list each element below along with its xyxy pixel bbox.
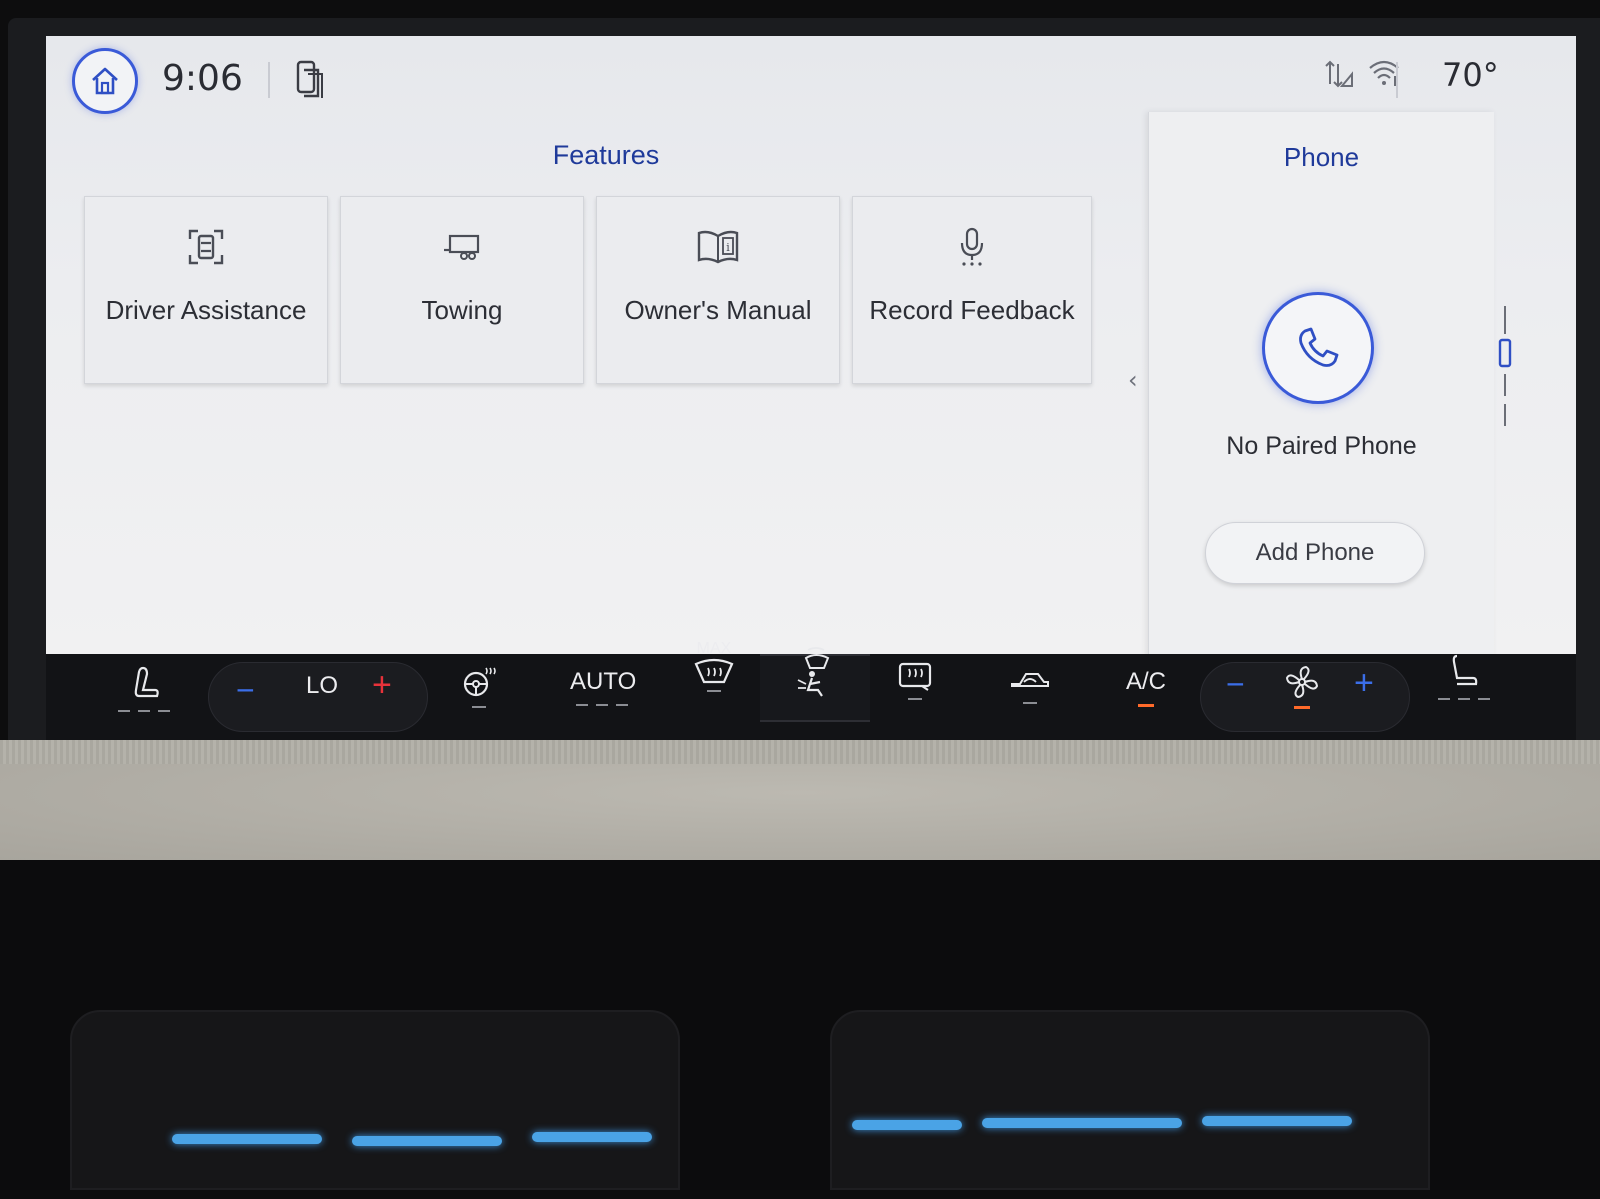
- ac-active-indicator: [1138, 704, 1154, 707]
- temp-decrease-button[interactable]: −: [236, 672, 255, 709]
- data-signal-icon: [1325, 60, 1353, 88]
- microphone-icon: [960, 227, 984, 266]
- heated-steering-wheel-button[interactable]: [462, 666, 496, 708]
- fan-active-indicator: [1294, 706, 1310, 709]
- auto-climate-button[interactable]: AUTO: [570, 668, 636, 706]
- status-bar: 9:06 70°: [46, 36, 1576, 122]
- add-phone-button[interactable]: Add Phone: [1205, 522, 1425, 584]
- trailer-icon: [444, 234, 480, 260]
- air-distribution-icon: [797, 647, 830, 697]
- feature-tile-towing[interactable]: Towing: [340, 196, 584, 384]
- feature-tile-label: Driver Assistance: [105, 295, 307, 325]
- phone-card: Phone No Paired Phone Add Phone: [1148, 112, 1494, 654]
- features-title: Features: [552, 140, 660, 170]
- rear-defrost-icon: [898, 662, 932, 691]
- manual-book-icon: i: [697, 230, 739, 264]
- heated-steering-wheel-icon: [463, 667, 496, 697]
- left-air-vent: [70, 1010, 680, 1190]
- feature-tile-label: Record Feedback: [869, 295, 1075, 325]
- feature-tile-driver-assistance[interactable]: Driver Assistance: [84, 196, 328, 384]
- phone-handset-icon: [1299, 327, 1339, 367]
- recirculation-icon: [1011, 673, 1049, 687]
- temperature-setting: LO: [306, 672, 339, 699]
- feature-tile-record-feedback[interactable]: Record Feedback: [852, 196, 1092, 384]
- dashboard-trim-surface: [0, 764, 1600, 860]
- rear-defrost-button[interactable]: [898, 662, 932, 700]
- fan-decrease-button[interactable]: −: [1226, 666, 1245, 703]
- temp-increase-button[interactable]: +: [372, 666, 392, 705]
- fan-speed-indicator: [1284, 664, 1320, 709]
- dashboard-trim: [0, 740, 1600, 860]
- svg-text:i: i: [726, 241, 730, 254]
- phone-status-text: No Paired Phone: [1226, 432, 1417, 460]
- outside-temperature: 70°: [1442, 56, 1499, 94]
- recirculation-button[interactable]: [1010, 666, 1050, 704]
- home-button[interactable]: [72, 48, 138, 114]
- call-button[interactable]: [1262, 292, 1374, 404]
- status-divider: [268, 62, 270, 98]
- phone-projection-button[interactable]: [296, 60, 324, 104]
- feature-tile-label: Owner's Manual: [624, 295, 812, 325]
- infotainment-screen: 9:06 70° Features Driver Assistance Towi…: [46, 36, 1576, 654]
- max-defrost-button[interactable]: MAX: [694, 640, 734, 692]
- air-distribution-button[interactable]: [796, 646, 836, 698]
- home-icon: [92, 67, 118, 95]
- page-indicator-icon: [1498, 306, 1512, 426]
- right-air-vent: [830, 1010, 1430, 1190]
- passenger-seat-heat-button[interactable]: [1438, 654, 1492, 700]
- feature-tile-owners-manual[interactable]: i Owner's Manual: [596, 196, 840, 384]
- seat-heat-icon: [1452, 654, 1478, 686]
- fan-increase-button[interactable]: +: [1354, 664, 1374, 703]
- chevron-left-icon: ‹: [1128, 366, 1138, 394]
- phone-projection-icon: [296, 60, 323, 98]
- lower-dashboard: [0, 860, 1600, 1199]
- max-defrost-icon: [694, 658, 734, 684]
- collapse-panel-button[interactable]: ‹: [1128, 366, 1138, 394]
- feature-tile-label: Towing: [421, 295, 503, 325]
- ac-button[interactable]: A/C: [1126, 668, 1166, 707]
- status-divider: [1396, 62, 1398, 98]
- driver-assistance-icon: [188, 229, 224, 265]
- data-signal-indicator: [1322, 58, 1354, 94]
- seat-heat-icon: [134, 666, 159, 698]
- page-indicator[interactable]: [1498, 306, 1512, 440]
- fan-icon: [1285, 665, 1319, 699]
- phone-card-title: Phone: [1283, 142, 1360, 172]
- clock: 9:06: [162, 58, 243, 99]
- driver-seat-heat-button[interactable]: [118, 666, 172, 712]
- climate-control-bar: − LO + AUTO MAX A/C − +: [46, 640, 1576, 746]
